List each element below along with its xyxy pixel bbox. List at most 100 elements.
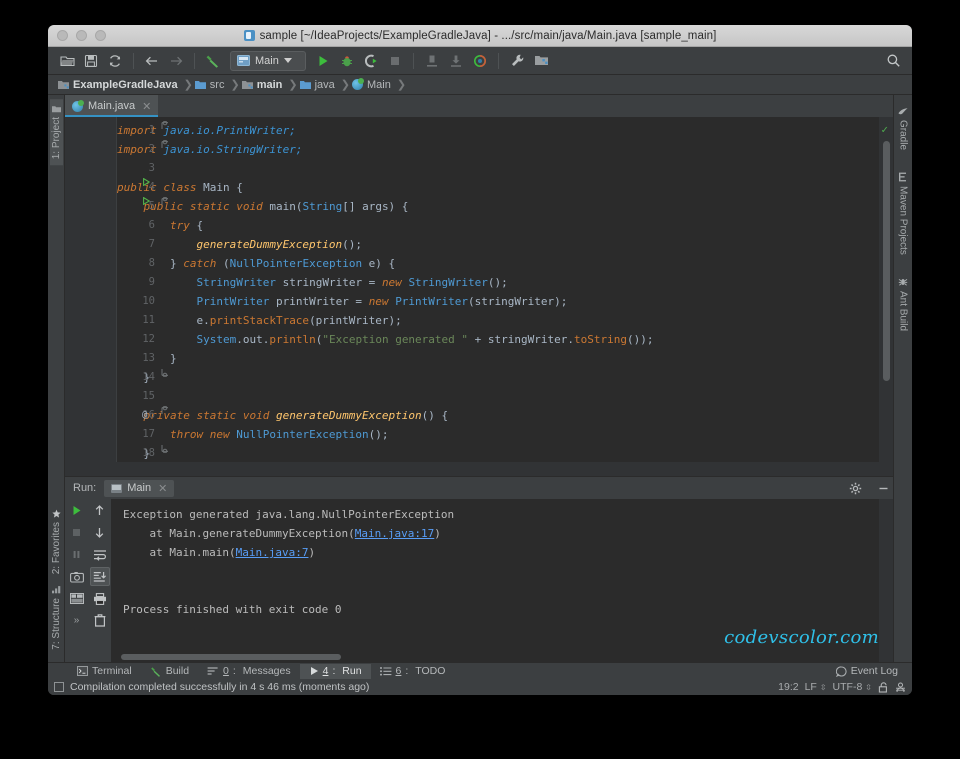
build-hammer-icon[interactable] (202, 50, 224, 72)
run-tool-window: Run: Main ✕ (65, 476, 893, 662)
tool-window-run[interactable]: 4: Run (300, 664, 371, 679)
code-line[interactable]: 12 System.out.println("Exception generat… (117, 330, 875, 349)
breadcrumb-item-3[interactable]: java (298, 79, 341, 91)
minimize-window-button[interactable] (76, 30, 87, 41)
run-tab-main[interactable]: Main ✕ (104, 480, 174, 497)
tool-window-todo[interactable]: 6: TODO (371, 664, 455, 679)
line-number: 1 (117, 121, 155, 140)
print-icon[interactable] (90, 589, 110, 608)
gutter-run-icon[interactable] (143, 178, 150, 186)
gutter-fold-icon[interactable] (161, 368, 170, 377)
open-folder-icon[interactable] (56, 50, 78, 72)
breadcrumb: ExampleGradleJava ❯ src ❯ main ❯ java ❯ … (48, 75, 912, 95)
gear-icon[interactable] (845, 478, 865, 498)
project-structure-icon[interactable] (530, 50, 552, 72)
sidebar-item-favorites[interactable]: 2: Favorites (50, 503, 63, 580)
code-line[interactable]: 2import java.io.StringWriter; (117, 140, 875, 159)
screenshot-icon[interactable] (67, 567, 87, 586)
sidebar-item-gradle[interactable]: Gradle (897, 101, 910, 156)
gutter-fold-icon[interactable] (161, 406, 170, 415)
gutter-annotation-icon[interactable]: @ (142, 406, 147, 425)
rerun-icon[interactable] (67, 501, 87, 520)
sidebar-item-maven[interactable]: Maven Projects (897, 166, 910, 261)
event-log-button[interactable]: Event Log (827, 664, 912, 679)
chevron-down-icon[interactable] (284, 58, 292, 63)
code-line[interactable]: 4public class Main { (117, 178, 875, 197)
gutter-fold-icon[interactable] (161, 444, 170, 453)
tool-window-terminal[interactable]: Terminal (68, 664, 141, 679)
breadcrumb-item-4[interactable]: Main (350, 79, 397, 91)
stacktrace-link[interactable]: Main.java:7 (236, 546, 309, 559)
inspection-ok-icon[interactable]: ✓ (881, 123, 888, 136)
back-arrow-icon[interactable] (141, 50, 163, 72)
code-line[interactable]: 6 try { (117, 216, 875, 235)
trash-icon[interactable] (90, 611, 110, 630)
code-line[interactable]: 8 } catch (NullPointerException e) { (117, 254, 875, 273)
breadcrumb-item-1[interactable]: src (193, 79, 231, 91)
code-line[interactable]: 16@ private static void generateDummyExc… (117, 406, 875, 425)
editor-vertical-scrollbar[interactable] (883, 141, 890, 381)
code-editor[interactable]: ✓ 1import java.io.PrintWriter;2import ja… (65, 117, 893, 476)
editor-code-area[interactable]: 1import java.io.PrintWriter;2import java… (117, 117, 875, 476)
scroll-to-end-icon[interactable] (90, 567, 110, 586)
run-configuration-selector[interactable]: Main (230, 51, 306, 71)
hector-icon[interactable] (895, 682, 906, 693)
console-horizontal-scrollbar[interactable] (121, 654, 341, 660)
unlocked-icon[interactable] (878, 682, 889, 693)
sidebar-item-structure[interactable]: 7: Structure (50, 580, 63, 656)
editor-gutter[interactable] (65, 117, 117, 476)
code-line[interactable]: 1import java.io.PrintWriter; (117, 121, 875, 140)
up-arrow-icon[interactable] (90, 501, 110, 520)
tab-main-java[interactable]: Main.java ✕ (65, 95, 158, 117)
code-token: NullPointerException (236, 428, 368, 441)
close-icon[interactable]: ✕ (142, 100, 151, 113)
encoding-selector[interactable]: UTF-8 ⇳ (833, 681, 872, 693)
close-icon[interactable]: ✕ (158, 482, 167, 495)
gutter-run-icon[interactable] (143, 197, 150, 205)
code-line[interactable]: 11 e.printStackTrace(printWriter); (117, 311, 875, 330)
caret-position[interactable]: 19:2 (778, 681, 798, 693)
code-line[interactable]: 7 generateDummyException(); (117, 235, 875, 254)
tool-window-todo-label: TODO (415, 665, 445, 677)
code-line[interactable]: 3 (117, 159, 875, 178)
close-window-button[interactable] (57, 30, 68, 41)
code-line[interactable]: 15 (117, 387, 875, 406)
gutter-fold-icon[interactable] (161, 197, 170, 206)
run-icon[interactable] (312, 50, 334, 72)
tool-window-messages[interactable]: 0: Messages (198, 664, 300, 679)
run-coverage-icon[interactable] (360, 50, 382, 72)
code-line[interactable]: 17 throw new NullPointerException(); (117, 425, 875, 444)
sync-icon[interactable] (104, 50, 126, 72)
code-line[interactable]: 18 } (117, 444, 875, 463)
code-line[interactable]: 14 } (117, 368, 875, 387)
code-line[interactable]: 9 StringWriter stringWriter = new String… (117, 273, 875, 292)
sidebar-item-ant[interactable]: Ant Build (897, 271, 910, 337)
settings-wrench-icon[interactable] (506, 50, 528, 72)
code-line[interactable]: 10 PrintWriter printWriter = new PrintWr… (117, 292, 875, 311)
android-icon[interactable] (469, 50, 491, 72)
sidebar-item-project[interactable]: 1: Project (50, 99, 63, 165)
code-line[interactable]: 5 public static void main(String[] args)… (117, 197, 875, 216)
breadcrumb-item-0[interactable]: ExampleGradleJava (56, 79, 184, 91)
soft-wrap-icon[interactable] (90, 545, 110, 564)
layout-icon[interactable] (67, 589, 87, 608)
gutter-fold-icon[interactable] (161, 140, 170, 149)
status-left-icon[interactable] (54, 682, 64, 692)
debug-icon[interactable] (336, 50, 358, 72)
search-icon[interactable] (882, 50, 904, 72)
minimize-icon[interactable] (873, 478, 893, 498)
java-class-icon (352, 79, 363, 90)
expand-more-icon[interactable]: » (67, 611, 87, 630)
gutter-fold-icon[interactable] (161, 121, 170, 130)
run-console[interactable]: Exception generated java.lang.NullPointe… (111, 499, 893, 662)
line-separator-selector[interactable]: LF ⇳ (805, 681, 827, 693)
stacktrace-link[interactable]: Main.java:17 (355, 527, 434, 540)
window-controls[interactable] (57, 30, 106, 41)
down-arrow-icon[interactable] (90, 523, 110, 542)
breadcrumb-separator-0: ❯ (184, 78, 193, 91)
breadcrumb-item-2[interactable]: main (240, 79, 289, 91)
maximize-window-button[interactable] (95, 30, 106, 41)
tool-window-build[interactable]: Build (141, 664, 198, 679)
save-all-icon[interactable] (80, 50, 102, 72)
code-line[interactable]: 13 } (117, 349, 875, 368)
